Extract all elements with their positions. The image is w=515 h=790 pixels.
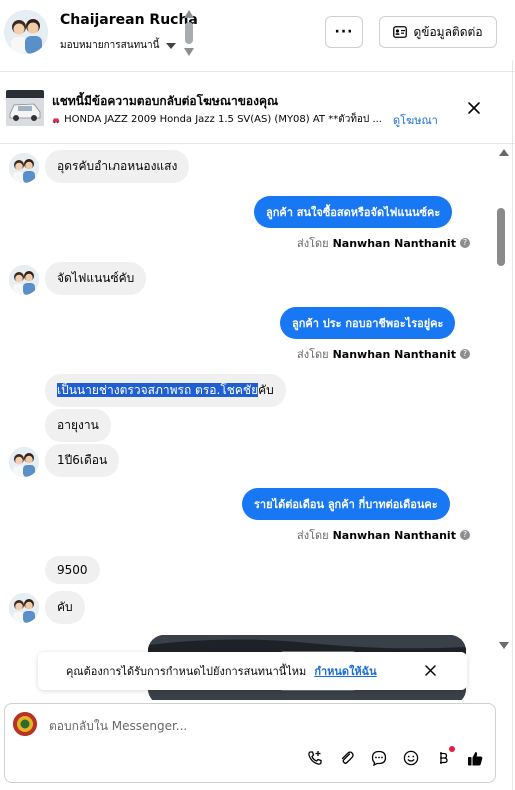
view-contact-button[interactable]: ดูข้อมูลติดต่อ bbox=[379, 16, 497, 48]
ad-banner-title: แชทนี้มีข้อความตอบกลับต่อโฆษณาของคุณ bbox=[52, 94, 279, 108]
page-avatar bbox=[13, 712, 37, 736]
sender-name: Nanwhan Nanthanit bbox=[332, 528, 456, 542]
selected-text: เป็นนายช่างตรวจสภาพรถ ตรอ.โชคชัย bbox=[57, 383, 259, 397]
conversation-switcher[interactable] bbox=[183, 10, 195, 56]
sender-name: Nanwhan Nanthanit bbox=[332, 236, 456, 250]
close-icon[interactable] bbox=[424, 664, 437, 677]
message-bubble-incoming[interactable]: 1ปี6เดือน bbox=[45, 444, 120, 477]
contact-avatar-small bbox=[9, 265, 39, 295]
message-composer bbox=[4, 703, 496, 783]
message-bubble-incoming[interactable]: อุดรคับอำเภอหนองแสง bbox=[45, 150, 190, 183]
sent-by-prefix: ส่งโดย bbox=[297, 237, 329, 250]
add-call-button[interactable] bbox=[303, 746, 327, 770]
sent-by-prefix: ส่งโดย bbox=[297, 348, 329, 361]
assign-prompt: คุณต้องการได้รับการกำหนดไปยังการสนทนานี้… bbox=[38, 652, 467, 690]
message-bubble-incoming[interactable]: 9500 bbox=[45, 556, 100, 584]
close-icon[interactable] bbox=[467, 101, 481, 115]
saved-reply-button[interactable] bbox=[367, 746, 391, 770]
contact-card-icon bbox=[393, 26, 408, 38]
assign-label: มอบหมายการสนทนานี้ bbox=[60, 40, 160, 51]
chevron-up-icon[interactable] bbox=[184, 10, 194, 18]
scroll-thumb[interactable] bbox=[497, 208, 505, 266]
add-call-icon bbox=[308, 751, 322, 765]
ad-detail: HONDA JAZZ 2009 Honda Jazz 1.5 SV(AS) (M… bbox=[52, 112, 382, 127]
panel-divider bbox=[512, 60, 513, 790]
message-text-rest: คับ bbox=[258, 383, 274, 397]
scroll-down-arrow-icon[interactable] bbox=[499, 642, 509, 649]
emoji-button[interactable] bbox=[399, 746, 423, 770]
like-icon bbox=[467, 751, 482, 765]
message-bubble-outgoing[interactable]: ลูกค้า สนใจซื้อสดหรือจัดไฟแนนซ์คะ bbox=[254, 196, 453, 228]
like-button[interactable] bbox=[463, 746, 487, 770]
more-icon: ··· bbox=[334, 24, 354, 40]
contact-avatar-small bbox=[9, 153, 39, 183]
ad-detail-text: HONDA JAZZ 2009 Honda Jazz 1.5 SV(AS) (M… bbox=[64, 114, 382, 125]
contact-name[interactable]: Chaijarean Rucha bbox=[60, 12, 198, 28]
view-ad-link[interactable]: ดูโฆษณา bbox=[393, 111, 438, 129]
message-bubble-incoming[interactable]: อายุงาน bbox=[45, 409, 111, 442]
sent-by-label: ส่งโดย Nanwhan Nanthanit ? bbox=[297, 526, 470, 544]
contact-avatar-small bbox=[9, 447, 39, 477]
scroll-up-arrow-icon[interactable] bbox=[499, 149, 509, 156]
info-icon[interactable]: ? bbox=[459, 238, 470, 248]
sent-by-label: ส่งโดย Nanwhan Nanthanit ? bbox=[297, 234, 470, 252]
emoji-icon bbox=[403, 750, 419, 766]
contact-avatar-small bbox=[9, 593, 39, 623]
baht-icon bbox=[440, 752, 448, 764]
car-icon bbox=[52, 117, 60, 123]
message-thread[interactable]: อุดรคับอำเภอหนองแสง ลูกค้า สนใจซื้อสดหรื… bbox=[0, 145, 497, 700]
message-bubble-outgoing[interactable]: รายได้ต่อเดือน ลูกค้า กี่บาทต่อเดือนคะ bbox=[242, 488, 450, 520]
message-bubble-outgoing[interactable]: ลูกค้า ประ กอบอาชีพอะไรอยู่คะ bbox=[280, 307, 456, 339]
attach-button[interactable] bbox=[335, 746, 359, 770]
assign-prompt-text: คุณต้องการได้รับการกำหนดไปยังการสนทนานี้… bbox=[66, 665, 307, 678]
contact-avatar[interactable] bbox=[4, 10, 48, 54]
sent-by-label: ส่งโดย Nanwhan Nanthanit ? bbox=[297, 345, 470, 363]
attach-icon bbox=[341, 751, 354, 764]
info-icon[interactable]: ? bbox=[459, 530, 470, 540]
conversation-header: Chaijarean Rucha มอบหมายการสนทนานี้ ··· … bbox=[0, 0, 515, 72]
reply-input[interactable] bbox=[49, 716, 349, 736]
assign-conversation-dropdown[interactable]: มอบหมายการสนทนานี้ bbox=[60, 38, 177, 53]
more-button[interactable]: ··· bbox=[325, 16, 363, 48]
info-icon[interactable]: ? bbox=[459, 349, 470, 359]
ad-reply-banner: แชทนี้มีข้อความตอบกลับต่อโฆษณาของคุณ HON… bbox=[0, 78, 515, 144]
sent-by-prefix: ส่งโดย bbox=[297, 529, 329, 542]
saved-reply-icon bbox=[371, 750, 387, 766]
chevron-down-icon[interactable] bbox=[184, 48, 194, 56]
message-bubble-incoming[interactable]: เป็นนายช่างตรวจสภาพรถ ตรอ.โชคชัยคับ bbox=[45, 374, 286, 407]
notification-dot bbox=[449, 746, 455, 752]
message-bubble-incoming[interactable]: จัดไฟแนนซ์คับ bbox=[45, 262, 147, 295]
switcher-handle[interactable] bbox=[185, 22, 193, 44]
message-bubble-incoming[interactable]: คับ bbox=[45, 591, 85, 624]
sender-name: Nanwhan Nanthanit bbox=[332, 347, 456, 361]
assign-to-me-link[interactable]: กำหนดให้ฉัน bbox=[314, 662, 376, 680]
ad-thumbnail[interactable] bbox=[6, 90, 44, 126]
view-contact-label: ดูข้อมูลติดต่อ bbox=[413, 24, 483, 39]
chevron-down-icon bbox=[166, 42, 177, 49]
